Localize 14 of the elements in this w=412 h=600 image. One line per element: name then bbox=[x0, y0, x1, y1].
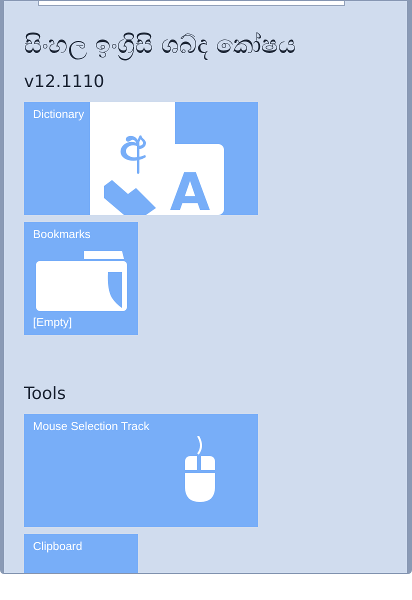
section-heading: Tools bbox=[24, 384, 67, 404]
tile-label: Clipboard bbox=[33, 541, 82, 553]
clipboard-tile[interactable]: Clipboard bbox=[24, 534, 138, 573]
mouse-icon bbox=[184, 436, 216, 502]
folder-icon bbox=[36, 251, 127, 311]
tile-label: Dictionary bbox=[33, 109, 84, 121]
mouse-tile[interactable]: Mouse Selection Track bbox=[24, 414, 258, 527]
tile-label: Bookmarks bbox=[33, 229, 91, 241]
bookmarks-tile[interactable]: Bookmarks [Empty] bbox=[24, 222, 138, 335]
tile-label: Mouse Selection Track bbox=[33, 421, 150, 433]
dictionary-tile[interactable]: අ A Dictionary bbox=[24, 102, 258, 215]
version-label: v12.1110 bbox=[24, 72, 106, 92]
tile-status: [Empty] bbox=[33, 317, 72, 329]
app-title: සිංහල ඉංග්‍රිසි ශබ්ද කෝෂය bbox=[24, 29, 297, 62]
